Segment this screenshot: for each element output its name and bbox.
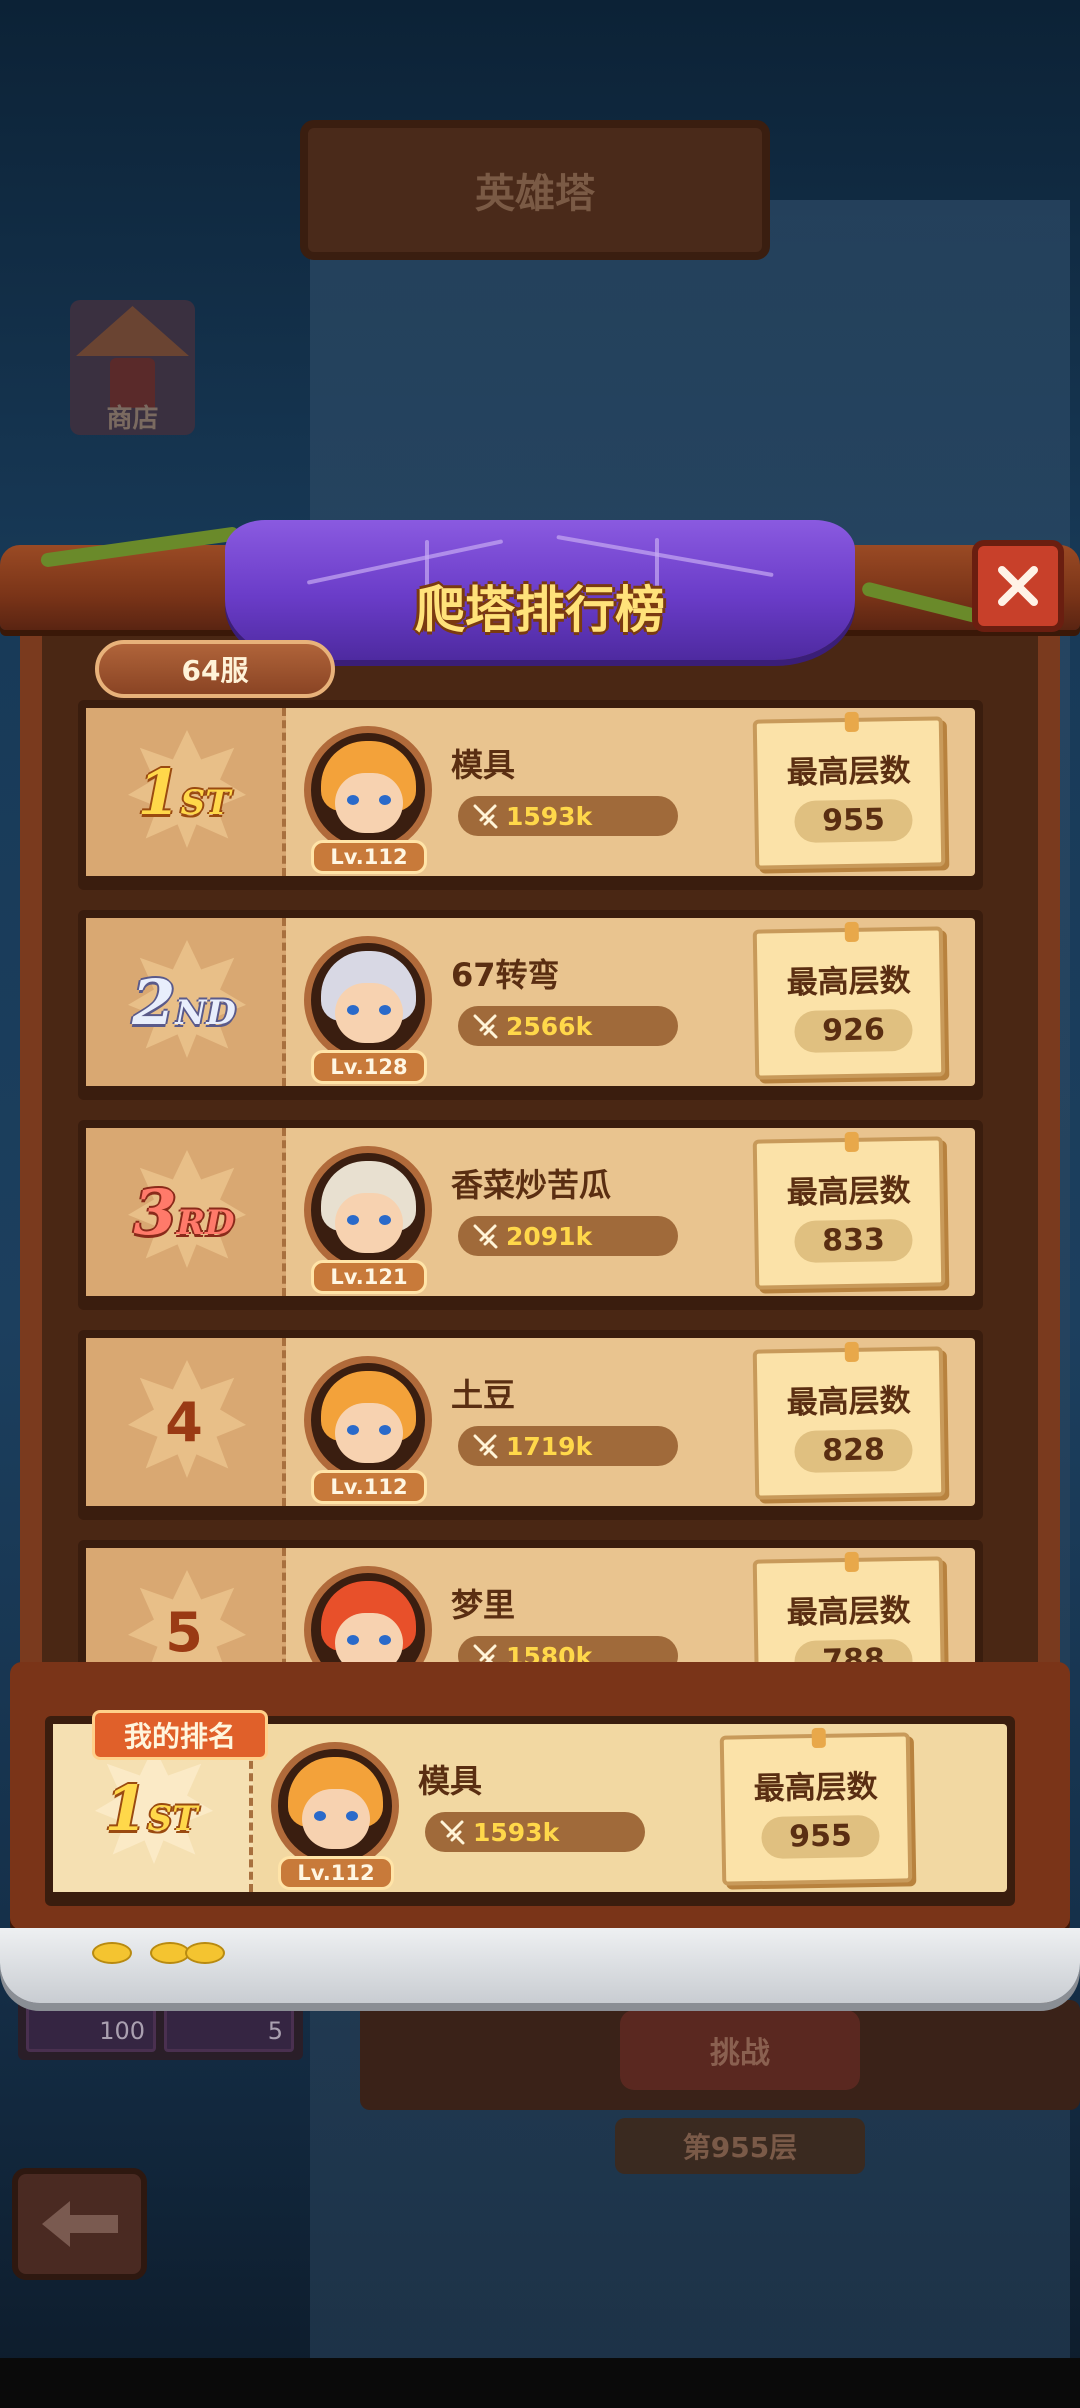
rank-number: 3RD bbox=[133, 1175, 235, 1249]
player-name: 67转弯 bbox=[451, 956, 560, 994]
floor-label: 最高层数 bbox=[786, 962, 911, 1002]
floor-value: 833 bbox=[794, 1218, 913, 1263]
avatar[interactable] bbox=[304, 1146, 432, 1274]
avatar[interactable] bbox=[304, 726, 432, 854]
my-rank-number: 1ST bbox=[104, 1771, 198, 1845]
avatar[interactable] bbox=[304, 936, 432, 1064]
power-value: 1580k bbox=[506, 1641, 593, 1663]
sword-icon bbox=[440, 1820, 465, 1845]
player-name: 香菜炒苦瓜 bbox=[451, 1166, 612, 1204]
power-value: 1719k bbox=[506, 1431, 593, 1461]
shop-roof-icon bbox=[76, 306, 189, 356]
close-icon bbox=[998, 566, 1038, 606]
tower-title-board: 英雄塔 bbox=[300, 120, 770, 260]
reward-item: 5 bbox=[164, 1998, 294, 2052]
rank-number: 4 bbox=[165, 1390, 203, 1454]
power-bar: 2091k bbox=[458, 1216, 678, 1256]
player-name: 模具 bbox=[418, 1762, 483, 1800]
floor-note: 最高层数 955 bbox=[719, 1727, 913, 1886]
level-badge: Lv.121 bbox=[311, 1260, 427, 1294]
rank-cell: 4 bbox=[86, 1338, 286, 1506]
floor-note: 最高层数 833 bbox=[752, 1131, 946, 1290]
player-name: 梦里 bbox=[451, 1586, 516, 1624]
floor-label: 最高层数 bbox=[753, 1768, 878, 1808]
floor-note: 最高层数 788 bbox=[752, 1551, 946, 1662]
current-floor-tag: 第955层 bbox=[615, 2118, 865, 2174]
sword-icon bbox=[473, 804, 498, 829]
player-name: 土豆 bbox=[451, 1376, 516, 1414]
level-badge: Lv.112 bbox=[311, 840, 427, 874]
modal-title: 爬塔排行榜 bbox=[415, 581, 665, 639]
floor-note: 最高层数 955 bbox=[752, 711, 946, 870]
leaderboard-row[interactable]: 1ST Lv.112 模具 1593k 最高层数 955 bbox=[78, 700, 983, 890]
player-name: 模具 bbox=[451, 746, 516, 784]
floor-label: 最高层数 bbox=[786, 1382, 911, 1422]
coin-icon bbox=[150, 1942, 190, 1964]
reward-item-count: 100 bbox=[99, 2017, 145, 2045]
floor-value: 926 bbox=[794, 1008, 913, 1053]
power-value: 1593k bbox=[473, 1817, 560, 1847]
leaderboard-row[interactable]: 5 梦里 1580k 最高层数 788 bbox=[78, 1540, 983, 1662]
reward-item: 100 bbox=[26, 1998, 156, 2052]
level-badge: Lv.112 bbox=[278, 1856, 394, 1890]
system-navigation-bar bbox=[0, 2358, 1080, 2408]
floor-note: 最高层数 926 bbox=[752, 921, 946, 1080]
rank-cell: 5 bbox=[86, 1548, 286, 1662]
floor-label: 最高层数 bbox=[786, 752, 911, 792]
power-value: 2566k bbox=[506, 1011, 593, 1041]
power-bar: 2566k bbox=[458, 1006, 678, 1046]
floor-label: 最高层数 bbox=[786, 1172, 911, 1212]
leaderboard-list[interactable]: 1ST Lv.112 模具 1593k 最高层数 955 2ND Lv.128 … bbox=[78, 700, 983, 1662]
avatar[interactable] bbox=[304, 1566, 432, 1662]
close-button[interactable] bbox=[972, 540, 1064, 632]
power-bar: 1580k bbox=[458, 1636, 678, 1662]
sword-icon bbox=[473, 1434, 498, 1459]
sword-icon bbox=[473, 1014, 498, 1039]
back-arrow-icon bbox=[41, 2201, 118, 2247]
power-bar: 1593k bbox=[425, 1812, 645, 1852]
rank-number: 1ST bbox=[137, 755, 231, 829]
shop-label: 商店 bbox=[106, 404, 159, 434]
coin-icon bbox=[92, 1942, 132, 1964]
rank-number: 5 bbox=[165, 1600, 203, 1663]
floor-value: 828 bbox=[794, 1428, 913, 1473]
avatar[interactable] bbox=[271, 1742, 399, 1870]
leaderboard-row[interactable]: 3RD Lv.121 香菜炒苦瓜 2091k 最高层数 833 bbox=[78, 1120, 983, 1310]
back-button[interactable] bbox=[12, 2168, 147, 2280]
my-rank-label: 我的排名 bbox=[92, 1710, 268, 1760]
rank-cell: 2ND bbox=[86, 918, 286, 1086]
floor-value: 955 bbox=[794, 798, 913, 843]
avatar[interactable] bbox=[304, 1356, 432, 1484]
power-bar: 1593k bbox=[458, 796, 678, 836]
server-tag: 64服 bbox=[95, 640, 335, 698]
power-bar: 1719k bbox=[458, 1426, 678, 1466]
power-value: 1593k bbox=[506, 801, 593, 831]
power-value: 2091k bbox=[506, 1221, 593, 1251]
tower-title: 英雄塔 bbox=[475, 171, 595, 217]
leaderboard-row[interactable]: 2ND Lv.128 67转弯 2566k 最高层数 926 bbox=[78, 910, 983, 1100]
coin-icon bbox=[185, 1942, 225, 1964]
rank-number: 2ND bbox=[132, 965, 236, 1039]
floor-value: 955 bbox=[761, 1814, 880, 1859]
floor-value: 788 bbox=[794, 1638, 913, 1662]
leaderboard-row[interactable]: 4 Lv.112 土豆 1719k 最高层数 828 bbox=[78, 1330, 983, 1520]
floor-note: 最高层数 828 bbox=[752, 1341, 946, 1500]
bottom-plank bbox=[0, 1928, 1080, 2003]
shop-button[interactable]: 商店 bbox=[70, 300, 195, 435]
sword-icon bbox=[473, 1644, 497, 1662]
sword-icon bbox=[473, 1224, 498, 1249]
rank-cell: 1ST bbox=[86, 708, 286, 876]
reward-item-count: 5 bbox=[267, 2017, 283, 2045]
floor-label: 最高层数 bbox=[786, 1592, 911, 1632]
level-badge: Lv.112 bbox=[311, 1470, 427, 1504]
challenge-button[interactable]: 挑战 bbox=[620, 2010, 860, 2090]
rank-cell: 3RD bbox=[86, 1128, 286, 1296]
level-badge: Lv.128 bbox=[311, 1050, 427, 1084]
